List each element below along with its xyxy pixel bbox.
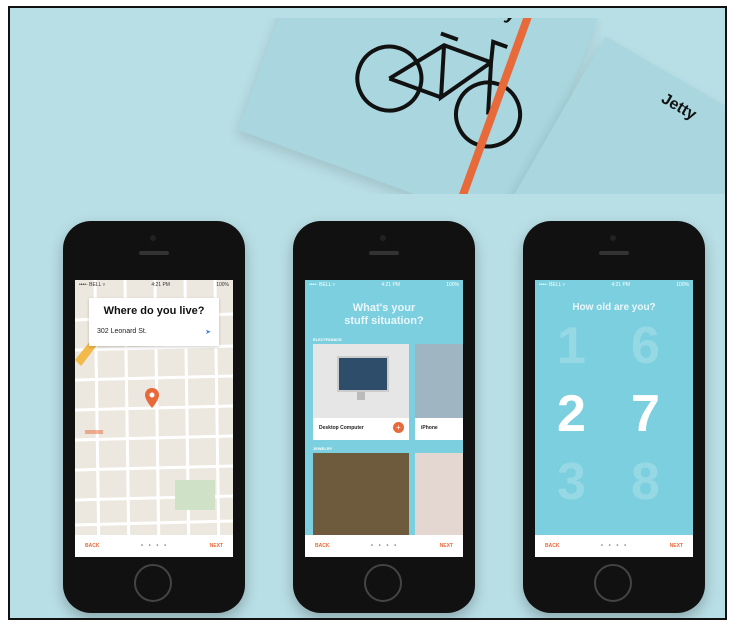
map-screen: ••••◦ BELL ▿ 4:21 PM 100% Where do you l… [75,280,233,557]
phone-stuff: ••••◦ BELL ▿ 4:21 PM 100% What's your st… [293,221,475,613]
time: 4:21 PM [381,282,400,288]
add-item-button[interactable]: + [393,422,404,433]
time: 4:21 PM [151,282,170,288]
stuff-title-line2: stuff situation? [344,315,424,327]
picker-digit: 3 [557,453,586,511]
picker-digit: 8 [631,453,660,511]
home-button[interactable] [594,564,632,602]
age-screen: ••••◦ BELL ▿ 4:21 PM 100% How old are yo… [535,280,693,557]
section-electronics: ELECTRONICS [313,337,342,342]
camera [150,235,156,241]
monitor-stand [357,392,365,400]
nav-bar: BACK • • • • NEXT [305,535,463,557]
location-card: Where do you live? 302 Leonard St. ➤ [89,298,219,346]
next-button[interactable]: NEXT [210,543,223,549]
item-card-ring[interactable] [313,453,409,535]
address-value: 302 Leonard St. [97,328,147,335]
age-picker[interactable]: 1 6 2 7 3 8 [535,316,693,516]
picker-digit-selected: 2 [557,385,586,443]
image-frame: Jetty Jetty [8,6,727,620]
phone-map: ••••◦ BELL ▿ 4:21 PM 100% Where do you l… [63,221,245,613]
speaker [599,251,629,255]
question-title: How old are you? [572,302,656,313]
camera [610,235,616,241]
item-label: iPhone [421,425,438,431]
item-card-necklace[interactable] [415,453,463,535]
home-button[interactable] [364,564,402,602]
next-button[interactable]: NEXT [440,543,453,549]
speaker [369,251,399,255]
item-card-desktop[interactable]: Desktop Computer + [313,344,409,440]
camera [380,235,386,241]
time: 4:21 PM [611,282,630,288]
status-bar: ••••◦ BELL ▿ 4:21 PM 100% [75,280,233,290]
picker-digit-selected: 7 [631,385,660,443]
item-label: Desktop Computer [319,425,364,431]
monitor-shape [337,356,389,392]
desktop-photo [313,344,409,418]
picker-digit: 6 [631,317,660,375]
back-button[interactable]: BACK [315,543,329,549]
page-dots: • • • • [140,543,169,549]
battery: 100% [676,282,689,288]
iphone-photo [415,344,463,418]
status-bar: ••••◦ BELL ▿ 4:21 PM 100% [305,280,463,290]
scene: Jetty Jetty [18,18,725,618]
speaker [139,251,169,255]
page-dots: • • • • [370,543,399,549]
next-button[interactable]: NEXT [670,543,683,549]
address-input[interactable]: 302 Leonard St. ➤ [97,328,211,336]
nav-bar: BACK • • • • NEXT [75,535,233,557]
nav-bar: BACK • • • • NEXT [535,535,693,557]
carrier: ••••◦ BELL ▿ [309,282,336,288]
carrier: ••••◦ BELL ▿ [539,282,566,288]
location-arrow-icon[interactable]: ➤ [205,328,211,336]
back-button[interactable]: BACK [85,543,99,549]
battery: 100% [446,282,459,288]
page-dots: • • • • [600,543,629,549]
picker-digit: 1 [557,317,586,375]
section-jewelry: JEWELRY [313,446,333,451]
home-button[interactable] [134,564,172,602]
item-card-iphone[interactable]: iPhone [415,344,463,440]
question-title: Where do you live? [103,305,205,317]
battery: 100% [216,282,229,288]
back-button[interactable]: BACK [545,543,559,549]
notebook-brand-2: Jetty [658,90,700,124]
carrier: ••••◦ BELL ▿ [79,282,106,288]
stuff-screen: ••••◦ BELL ▿ 4:21 PM 100% What's your st… [305,280,463,557]
phone-age: ••••◦ BELL ▿ 4:21 PM 100% How old are yo… [523,221,705,613]
bicycle-icon [355,31,523,149]
stuff-title: What's your stuff situation? [305,302,463,328]
status-bar: ••••◦ BELL ▿ 4:21 PM 100% [535,280,693,290]
map-pin-icon [145,388,159,408]
stuff-title-line1: What's your [352,302,416,314]
